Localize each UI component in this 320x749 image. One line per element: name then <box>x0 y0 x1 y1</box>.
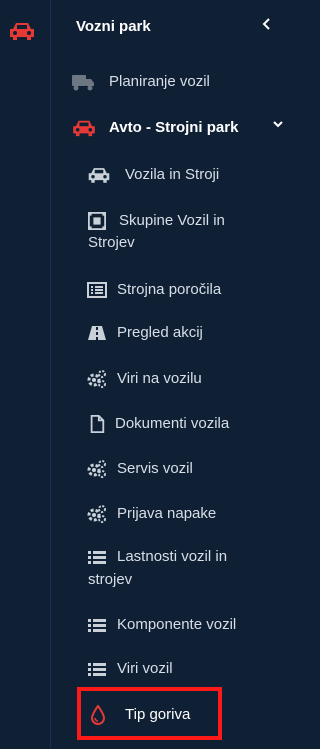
cogs-icon <box>87 460 106 478</box>
road-icon <box>88 326 106 340</box>
submenu-item-vozila-in-stroji[interactable]: Vozila in Stroji <box>87 164 287 188</box>
menu-item-label: Komponente vozil <box>117 616 237 633</box>
car-icon[interactable] <box>8 21 36 41</box>
submenu-item-pregled-akcij[interactable]: Pregled akcij <box>87 322 287 346</box>
menu-item-label: Dokumenti vozila <box>115 415 230 432</box>
submenu-item-viri-na-vozilu[interactable]: Viri na vozilu <box>87 368 287 392</box>
list-icon <box>88 663 106 676</box>
car-icon <box>73 120 95 137</box>
truck-icon <box>72 75 94 91</box>
submenu-item-skupine-vozil[interactable]: Skupine Vozil in Strojev <box>87 210 287 256</box>
file-icon <box>90 415 105 433</box>
panel-title: Vozni park <box>76 18 151 35</box>
menu-item-label: Tip goriva <box>125 706 191 723</box>
tint-icon <box>90 705 106 725</box>
icon-rail <box>0 0 51 749</box>
menu-item-label: Viri vozil <box>117 660 173 677</box>
submenu-panel: Vozni park Planiranje vozil Avto - Stroj… <box>51 0 303 749</box>
chevron-down-icon[interactable] <box>271 117 285 131</box>
sidebar: Vozni park Planiranje vozil Avto - Stroj… <box>0 0 303 749</box>
menu-item-label: Strojna poročila <box>117 281 222 298</box>
submenu-item-servis-vozil[interactable]: Servis vozil <box>87 458 287 482</box>
list-icon <box>88 551 106 564</box>
menu-item-label-line2: Strojev <box>88 234 135 251</box>
menu-item-label: Pregled akcij <box>117 324 203 341</box>
cogs-icon <box>87 505 106 523</box>
menu-item-label: Avto - Strojni park <box>109 119 239 136</box>
car-icon <box>88 168 110 183</box>
menu-item-label: Prijava napake <box>117 505 217 522</box>
submenu-item-strojna-porocila[interactable]: Strojna poročila <box>87 279 287 303</box>
menu-item-avto-strojni-park[interactable]: Avto - Strojni park <box>71 117 291 141</box>
submenu-item-prijava-napake[interactable]: Prijava napake <box>87 503 287 527</box>
menu-item-label-line2: strojev <box>88 571 133 588</box>
submenu-item-lastnosti-vozil[interactable]: Lastnosti vozil in strojev <box>87 546 287 592</box>
menu-item-label: Planiranje vozil <box>109 73 210 90</box>
menu-item-label: Servis vozil <box>117 460 193 477</box>
submenu-item-tip-goriva[interactable]: Tip goriva <box>89 704 214 728</box>
menu-item-label-line1: Skupine Vozil in <box>119 212 225 229</box>
list-alt-icon <box>87 282 107 298</box>
menu-item-planiranje-vozil[interactable]: Planiranje vozil <box>71 71 291 95</box>
object-group-icon <box>88 212 106 230</box>
cogs-icon <box>87 370 106 388</box>
submenu-item-dokumenti-vozila[interactable]: Dokumenti vozila <box>87 413 287 437</box>
submenu-item-komponente-vozil[interactable]: Komponente vozil <box>87 614 287 638</box>
chevron-left-icon[interactable] <box>257 14 277 34</box>
menu-item-label-line1: Lastnosti vozil in <box>117 548 228 565</box>
submenu-item-viri-vozil[interactable]: Viri vozil <box>87 658 287 682</box>
list-icon <box>88 619 106 632</box>
menu-item-label: Viri na vozilu <box>117 370 202 387</box>
menu-item-label: Vozila in Stroji <box>125 166 220 183</box>
